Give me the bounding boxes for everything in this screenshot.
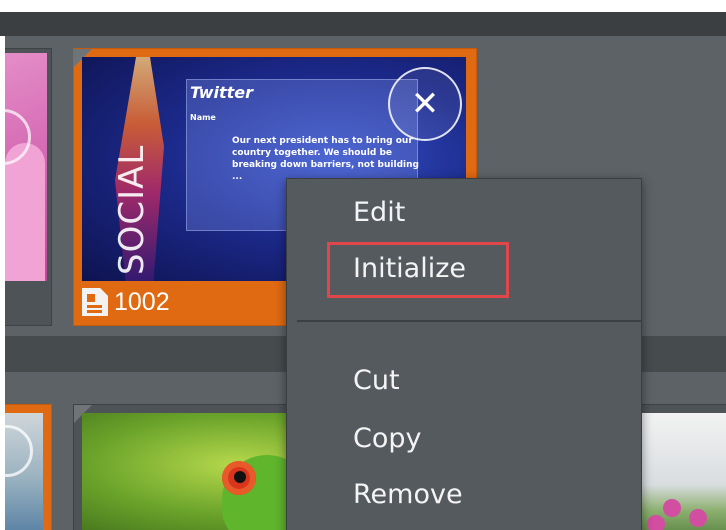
menu-item-cut[interactable]: Cut xyxy=(287,355,641,405)
name-label: Name xyxy=(190,113,216,122)
tile-footer: 1002 xyxy=(82,285,282,319)
menu-divider xyxy=(297,320,641,322)
flower-graphic xyxy=(689,509,707,527)
menu-item-edit[interactable]: Edit xyxy=(287,187,641,237)
social-side-text: SOCIAL xyxy=(112,144,152,275)
template-thumbnail xyxy=(0,53,47,281)
highlight-box xyxy=(327,242,509,298)
template-tile-pink[interactable] xyxy=(0,48,52,326)
template-thumbnail xyxy=(0,413,43,530)
flower-graphic xyxy=(663,499,681,517)
menu-item-remove[interactable]: Remove xyxy=(287,469,641,519)
left-edge xyxy=(0,36,5,530)
menu-item-copy[interactable]: Copy xyxy=(287,413,641,463)
template-tile-seascape[interactable] xyxy=(0,404,52,530)
tweet-body-text: Our next president has to bring our coun… xyxy=(232,136,419,182)
close-icon[interactable]: ✕ xyxy=(388,67,462,141)
template-title: Twitter xyxy=(190,83,254,102)
template-number: 1002 xyxy=(114,287,170,316)
frog-pupil xyxy=(234,471,246,483)
context-menu: Edit Initialize Cut Copy Remove xyxy=(286,178,642,530)
close-glyph: ✕ xyxy=(410,84,440,124)
top-band xyxy=(0,0,726,12)
template-browser: SOCIAL Twitter Name Our next president h… xyxy=(0,0,726,530)
document-icon xyxy=(82,288,108,316)
header-bar xyxy=(0,12,726,36)
flower-graphic xyxy=(647,515,665,530)
